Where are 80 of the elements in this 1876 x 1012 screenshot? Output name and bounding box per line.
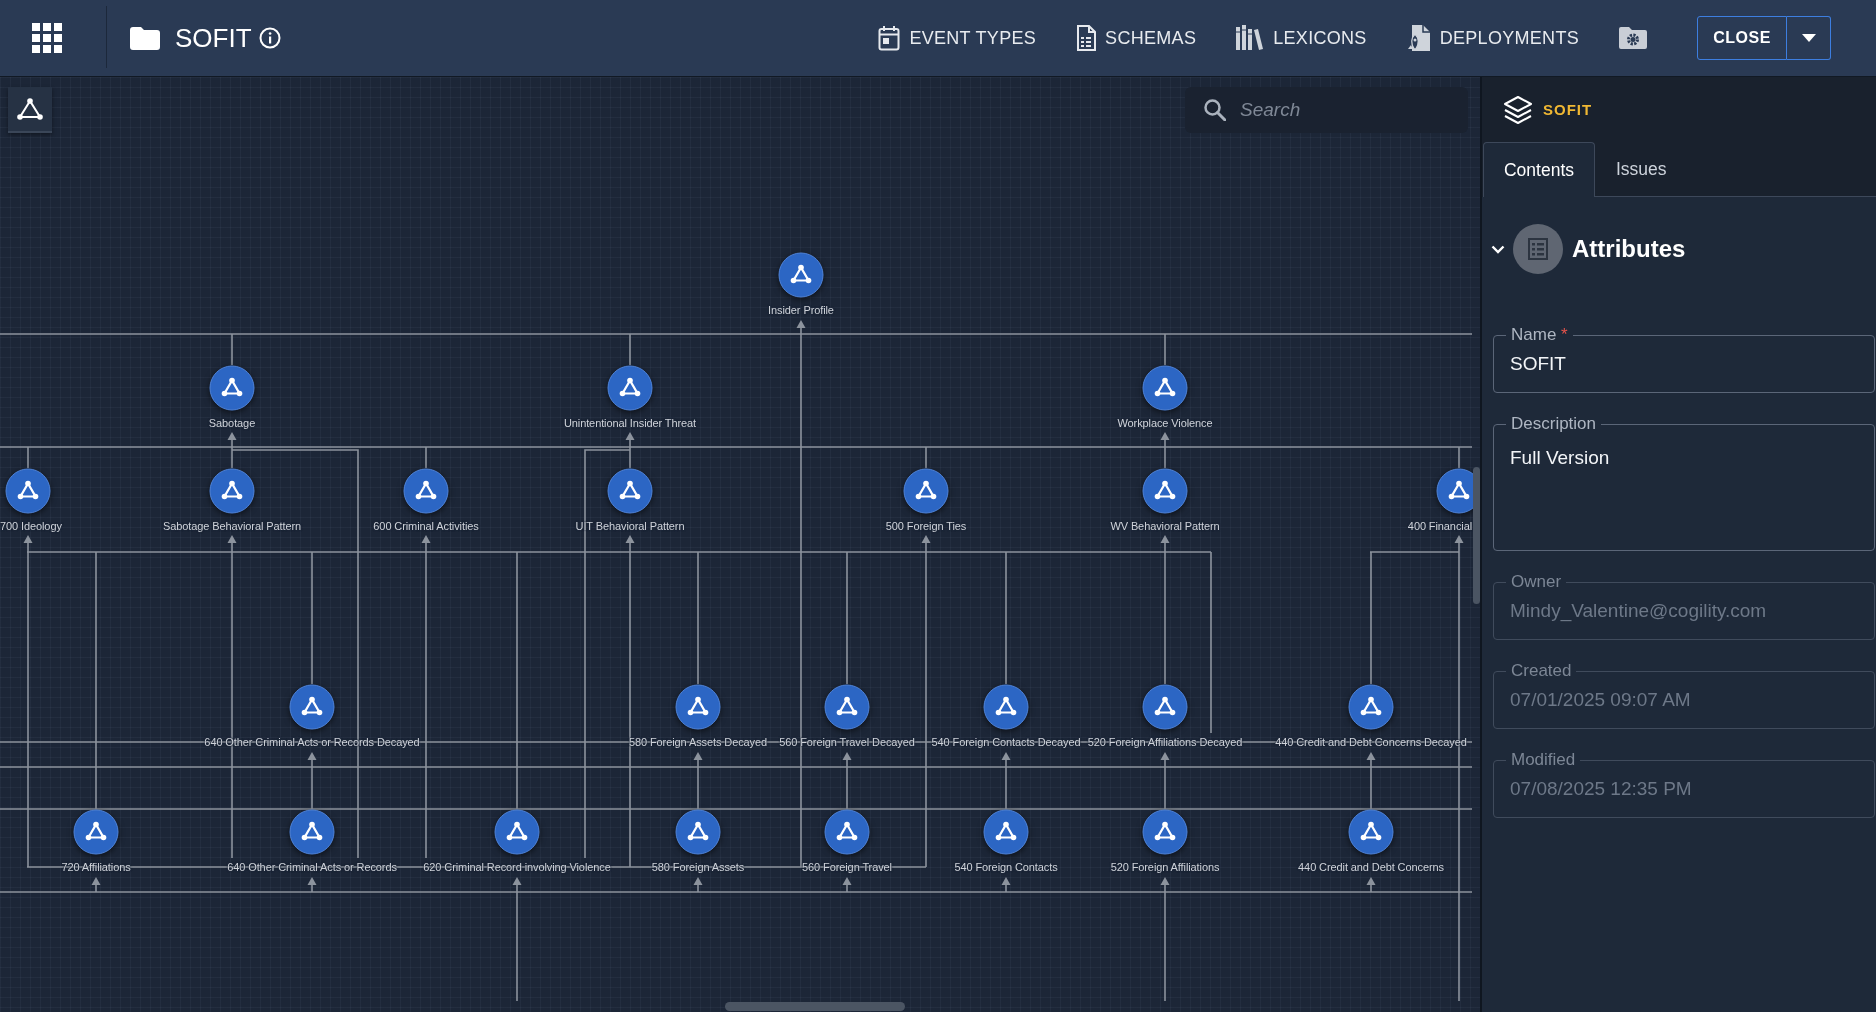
node-label: 560 Foreign Travel Decayed xyxy=(779,735,915,749)
panel-title: SOFIT xyxy=(1543,101,1593,118)
graph-node-icon[interactable] xyxy=(778,252,824,298)
graph-node-icon[interactable] xyxy=(289,809,335,855)
node-label: 720 Affiliations xyxy=(61,860,131,874)
nav-button[interactable]: DEPLOYMENTS xyxy=(1406,24,1579,52)
node-label: 700 Ideology xyxy=(0,519,62,533)
graph-node-icon[interactable] xyxy=(983,809,1029,855)
node-label: 540 Foreign Contacts Decayed xyxy=(931,735,1081,749)
node-label: 540 Foreign Contacts xyxy=(954,860,1058,874)
graph-node-icon[interactable] xyxy=(824,684,870,730)
graph-node-icon[interactable] xyxy=(675,684,721,730)
nav-button[interactable]: LEXICONS xyxy=(1236,25,1367,51)
text-field[interactable]: Name * SOFIT xyxy=(1493,325,1875,393)
grid-menu-icon[interactable] xyxy=(32,23,62,53)
text-field[interactable]: Description Full Version xyxy=(1493,414,1875,551)
close-button[interactable]: CLOSE xyxy=(1697,16,1787,60)
dropdown-button[interactable] xyxy=(1787,16,1831,60)
folder-icon xyxy=(129,25,161,51)
node-label: Sabotage xyxy=(208,416,256,430)
document-rocket-icon xyxy=(1406,24,1431,52)
graph-node-icon[interactable] xyxy=(903,468,949,514)
graph-node-icon[interactable] xyxy=(209,365,255,411)
graph-node-icon[interactable] xyxy=(403,468,449,514)
node-label: 560 Foreign Travel xyxy=(802,860,892,874)
node-label: 640 Other Criminal Acts or Records Decayed xyxy=(204,735,420,749)
project-title: SOFIT xyxy=(175,22,252,54)
nav-button[interactable]: SCHEMAS xyxy=(1076,25,1197,51)
node-label: 440 Credit and Debt Concerns xyxy=(1298,860,1444,874)
graph-node-icon[interactable] xyxy=(1348,809,1394,855)
info-icon[interactable] xyxy=(258,27,281,49)
graph-node-icon[interactable] xyxy=(607,468,653,514)
node-label: 600 Criminal Activities xyxy=(373,519,479,533)
graph-node-icon[interactable] xyxy=(1142,468,1188,514)
graph-node-icon[interactable] xyxy=(607,365,653,411)
chevron-icon[interactable] xyxy=(1491,244,1505,254)
graph-node-icon[interactable] xyxy=(289,684,335,730)
node-label: UIT Behavioral Pattern xyxy=(575,519,685,533)
node-label: 400 Financial xyxy=(1407,519,1472,533)
graph-node-icon[interactable] xyxy=(675,809,721,855)
node-label: 440 Credit and Debt Concerns Decayed xyxy=(1275,735,1467,749)
layers-icon xyxy=(1503,94,1533,125)
section-title: Attributes xyxy=(1572,235,1686,263)
graph-node-icon[interactable] xyxy=(1142,809,1188,855)
graph-node-icon[interactable] xyxy=(1142,365,1188,411)
folder-gear-icon[interactable] xyxy=(1619,26,1647,50)
node-label: WV Behavioral Pattern xyxy=(1110,519,1220,533)
node-label: 580 Foreign Assets Decayed xyxy=(629,735,767,749)
node-label: 500 Foreign Ties xyxy=(885,519,967,533)
tab[interactable]: Issues xyxy=(1595,142,1688,197)
graph-node-icon[interactable] xyxy=(1348,684,1394,730)
list-icon xyxy=(1513,224,1563,274)
node-label: Insider Profile xyxy=(768,303,834,317)
tab[interactable]: Contents xyxy=(1483,142,1595,197)
graph-node-icon[interactable] xyxy=(5,468,51,514)
node-label: Unintentional Insider Threat xyxy=(563,416,697,430)
books-icon xyxy=(1236,25,1265,51)
document-icon xyxy=(1076,25,1097,51)
caret-icon xyxy=(1801,34,1816,42)
node-label: Workplace Violence xyxy=(1117,416,1213,430)
scrollbar-thumb[interactable] xyxy=(725,1002,905,1011)
graph-node-icon[interactable] xyxy=(824,809,870,855)
graph-node-icon[interactable] xyxy=(1142,684,1188,730)
search-field[interactable]: Search xyxy=(1185,87,1468,133)
node-label: 520 Foreign Affiliations xyxy=(1110,860,1220,874)
graph-icon xyxy=(17,98,43,120)
node-label: 580 Foreign Assets xyxy=(651,860,745,874)
node-label: Sabotage Behavioral Pattern xyxy=(163,519,301,533)
node-label: 620 Criminal Record involving Violence xyxy=(423,860,611,874)
nav-button[interactable]: EVENT TYPES xyxy=(878,25,1037,51)
graph-node-icon[interactable] xyxy=(73,809,119,855)
calendar-icon xyxy=(878,25,901,51)
graph-node-icon[interactable] xyxy=(983,684,1029,730)
node-label: 640 Other Criminal Acts or Records xyxy=(227,860,397,874)
graph-tool-button[interactable] xyxy=(8,87,52,133)
search-icon xyxy=(1204,99,1226,121)
scrollbar-thumb[interactable] xyxy=(1473,467,1480,604)
graph-node-icon[interactable] xyxy=(209,468,255,514)
graph-node-icon[interactable] xyxy=(494,809,540,855)
node-label: 520 Foreign Affiliations Decayed xyxy=(1087,735,1243,749)
